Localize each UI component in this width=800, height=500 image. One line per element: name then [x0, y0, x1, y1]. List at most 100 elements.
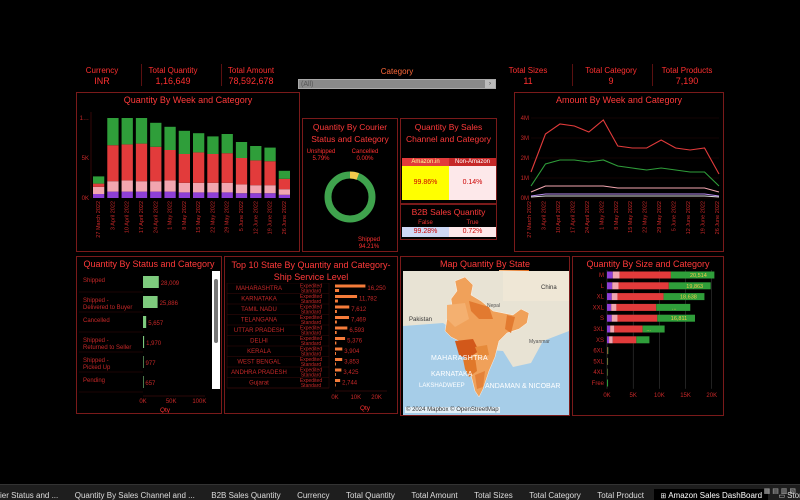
chevron-down-icon[interactable]: › — [485, 80, 495, 88]
kpi-label: Total Category — [585, 66, 637, 75]
tab-total-quantity[interactable]: Total Quantity — [340, 489, 401, 500]
x-tick-label: 12 June 2022 — [686, 201, 692, 234]
india-map[interactable]: Pakistan China Nepal Myanmar MAHARASHTRA… — [403, 271, 569, 415]
panel-title: Map Quantity By State — [439, 259, 531, 269]
x-tick-label: 0K — [603, 393, 610, 399]
kpi-total-sizes: Total Sizes 11 — [503, 66, 553, 86]
size-bar-segment — [612, 336, 637, 344]
x-tick-label: 8 May 2022 — [182, 201, 188, 230]
kpi-total-amount: Total Amount 78,592,678 — [222, 66, 280, 86]
tab-currency[interactable]: Currency — [291, 489, 335, 500]
kpi-label: Currency — [85, 66, 119, 75]
panel-sales-channel: Quantity By Sales Channel and Category A… — [400, 118, 497, 204]
tab-total-category[interactable]: Total Category — [523, 489, 587, 500]
size-bar-segment — [611, 314, 618, 322]
x-tick-label: 26 June 2022 — [715, 201, 721, 234]
vertical-scrollbar[interactable] — [212, 271, 220, 389]
x-tick-label: 15 May 2022 — [628, 201, 634, 233]
cell-non-amazon-share: 0.14% — [449, 166, 496, 200]
bar-segment — [135, 191, 148, 198]
col-header-non-amazon: Non-Amazon — [449, 158, 496, 166]
size-label: L — [601, 284, 605, 290]
tab-total-product[interactable]: Total Product — [591, 489, 650, 500]
state-name: Gujarat — [249, 381, 269, 387]
bar-segment — [193, 182, 205, 193]
state-bar-expedited — [335, 368, 342, 372]
status-bar — [143, 356, 144, 368]
x-tick-label: 20K — [706, 393, 717, 399]
size-bar-segment — [612, 282, 619, 290]
state-value-label: 3,853 — [344, 360, 360, 366]
size-label: 4XL — [593, 370, 604, 376]
x-tick-label: 22 May 2022 — [210, 201, 216, 233]
status-value-label: 977 — [146, 361, 157, 367]
state-bar-standard — [335, 362, 336, 366]
tab-sales-channel[interactable]: Quantity By Sales Channel and ... — [69, 489, 201, 500]
x-tick-label: 22 May 2022 — [643, 201, 649, 233]
bar-segment — [164, 150, 176, 181]
add-sheet-icon[interactable]: ▤ — [772, 488, 779, 495]
panel-courier-status: Quantity By Courier Status and Category … — [302, 118, 398, 252]
panel-qty-by-week: Quantity By Week and Category 0K 5K 1… 27 M… — [76, 92, 300, 252]
add-story-icon[interactable]: ▧ — [789, 488, 796, 495]
bar-segment — [221, 134, 233, 154]
size-bar-segment — [614, 325, 643, 333]
cell-amazon-share: 99.86% — [402, 166, 449, 200]
size-bar-segment — [616, 303, 657, 311]
bar-segment — [93, 183, 105, 187]
category-dropdown[interactable]: (All) › — [298, 79, 496, 89]
scrollbar-thumb[interactable] — [214, 279, 218, 343]
tab-dashboard-active[interactable]: ⊞ Amazon Sales DashBoard — [654, 489, 769, 500]
status-bar — [143, 276, 159, 288]
tab-courier-status[interactable]: ier Status and ... — [0, 489, 64, 500]
state-name: WEST BENGAL — [237, 360, 281, 366]
add-dashboard-icon[interactable]: ▥ — [781, 488, 788, 495]
map-label-myanmar: Myanmar — [529, 339, 550, 345]
state-name: MAHARASHTRA — [236, 286, 282, 292]
x-tick-label: 1 May 2022 — [168, 201, 174, 230]
bar-segment — [193, 152, 205, 183]
x-tick-label: 29 May 2022 — [225, 201, 231, 233]
panel-status: Quantity By Status and Category Shipped 2… — [76, 256, 222, 414]
status-bar — [143, 376, 144, 388]
grid-icon[interactable]: ▦ — [764, 488, 771, 495]
bar-segment — [150, 181, 162, 192]
size-bar-segment — [607, 347, 609, 355]
kpi-value: 9 — [608, 76, 614, 86]
y-tick-label: 4M — [521, 116, 529, 122]
bar-segment — [150, 191, 162, 198]
bar-segment — [278, 170, 290, 179]
x-tick-label: 100K — [192, 399, 206, 405]
size-bar-segment — [607, 336, 610, 344]
state-bar-expedited — [335, 295, 358, 298]
state-value-label: 3,425 — [343, 370, 359, 376]
panel-b2b: B2B Sales Quantity False True 99.28% 0.7… — [400, 204, 497, 240]
y-tick-label: 5K — [82, 156, 89, 162]
state-value-label: 11,782 — [359, 297, 378, 303]
donut-label: Shipped — [358, 237, 380, 243]
x-tick-label: 5 June 2022 — [239, 201, 245, 231]
bar-segment — [135, 143, 148, 182]
kpi-total-category: Total Category 9 — [578, 66, 644, 86]
bar-segment — [121, 118, 133, 145]
size-bar-segment — [611, 303, 617, 311]
bar-segment — [235, 142, 248, 158]
x-tick-label: 24 April 2022 — [153, 201, 159, 233]
status-value-label: 657 — [145, 381, 156, 387]
series-line — [530, 185, 720, 193]
tab-total-sizes[interactable]: Total Sizes — [468, 489, 519, 500]
bar-segment — [164, 126, 176, 150]
tab-total-amount[interactable]: Total Amount — [405, 489, 463, 500]
tab-b2b[interactable]: B2B Sales Quantity — [205, 489, 286, 500]
tab-dashboard-label: Amazon Sales DashBoard — [668, 491, 763, 500]
map-attribution[interactable]: © 2024 Mapbox © OpenStreetMap — [405, 407, 500, 413]
y-tick-label: 0K — [82, 196, 89, 202]
state-value-label: 16,250 — [367, 286, 386, 292]
bar-segment — [278, 189, 290, 195]
panel-size: Quantity By Size and Category 0K 5K 10K 15K… — [572, 256, 724, 416]
donut-label: Cancelled — [352, 149, 379, 155]
panel-title: Quantity By Courier Status and Category — [311, 122, 389, 144]
size-bar-segment — [619, 271, 671, 279]
donut-label: 0.00% — [356, 156, 374, 162]
bar-segment — [93, 194, 105, 198]
